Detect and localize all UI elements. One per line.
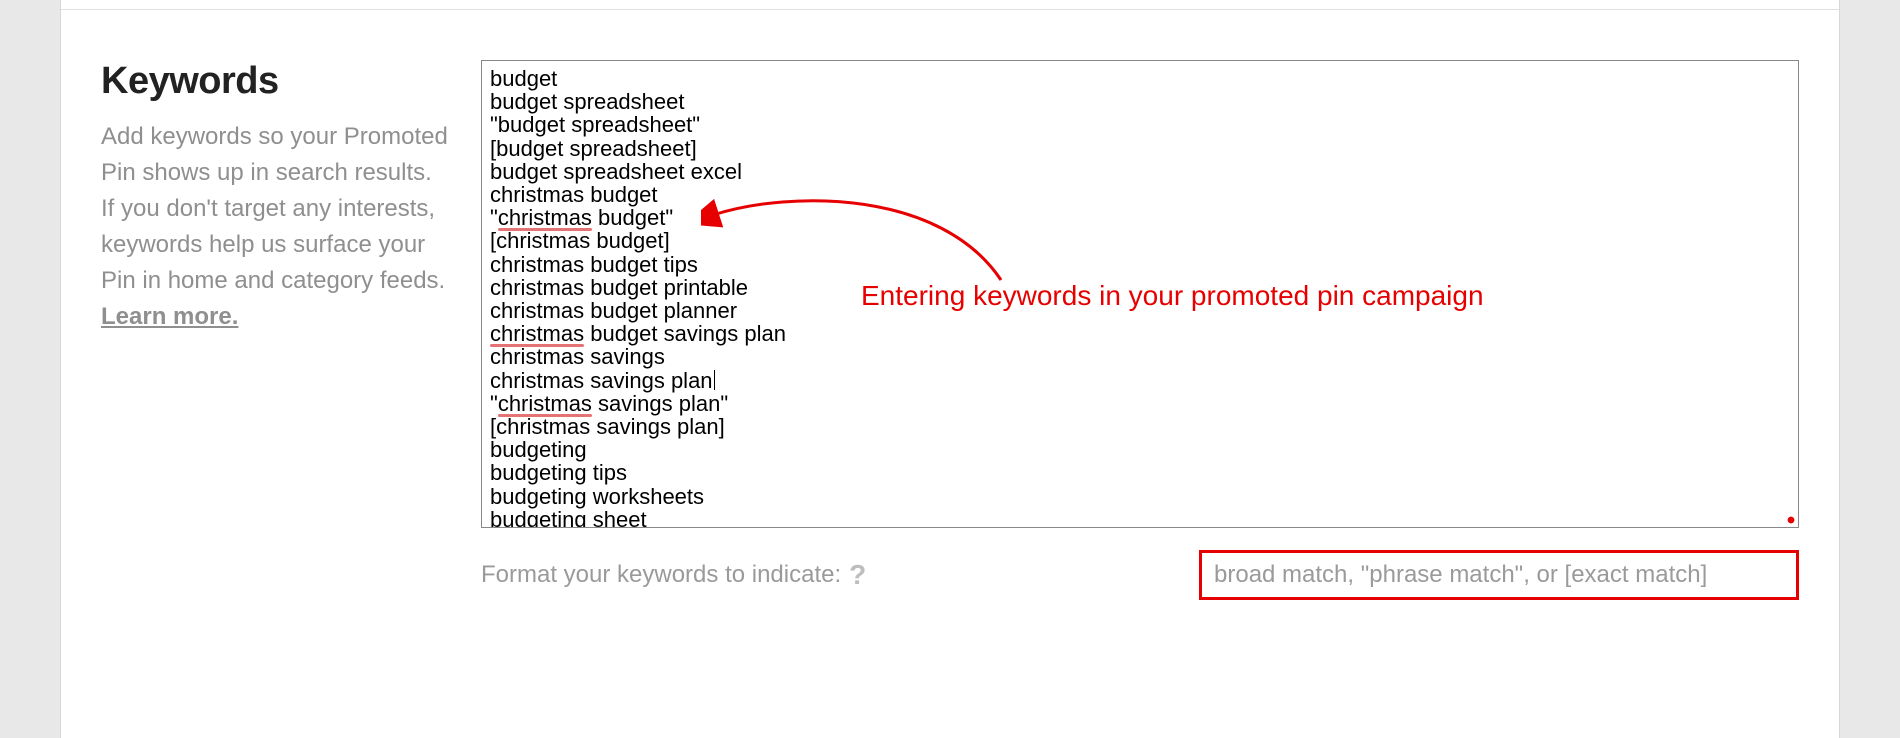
keyword-line: budgeting tips	[490, 461, 1790, 484]
keyword-line: budgeting worksheets	[490, 485, 1790, 508]
format-hint-label: Format your keywords to indicate: ?	[481, 561, 866, 589]
section-title: Keywords	[101, 60, 451, 103]
content-area: Keywords Add keywords so your Promoted P…	[61, 10, 1839, 600]
spellcheck-underline: christmas	[498, 206, 592, 229]
keyword-line: christmas budget tips	[490, 253, 1790, 276]
text-cursor	[714, 370, 715, 390]
keyword-line: budget spreadsheet excel	[490, 160, 1790, 183]
keyword-line: budgeting sheet	[490, 508, 1790, 528]
keyword-line: budget	[490, 67, 1790, 90]
spellcheck-underline: christmas	[498, 392, 592, 415]
keyword-line: [christmas savings plan]	[490, 415, 1790, 438]
keywords-textarea[interactable]: budgetbudget spreadsheet"budget spreadsh…	[481, 60, 1799, 528]
format-hint-row: Format your keywords to indicate: ? broa…	[481, 550, 1799, 600]
keyword-line: christmas budget savings plan	[490, 322, 1790, 345]
keyword-line: christmas budget printable	[490, 276, 1790, 299]
keyword-line: [budget spreadsheet]	[490, 137, 1790, 160]
top-divider	[61, 0, 1839, 10]
keyword-line: christmas savings plan	[490, 369, 1790, 392]
format-hint-text: Format your keywords to indicate:	[481, 561, 841, 589]
keyword-line: [christmas budget]	[490, 229, 1790, 252]
keyword-line: "budget spreadsheet"	[490, 113, 1790, 136]
keyword-line: "christmas budget"	[490, 206, 1790, 229]
resize-handle-icon[interactable]	[1786, 515, 1796, 525]
keyword-line: christmas budget planner	[490, 299, 1790, 322]
keywords-sidebar: Keywords Add keywords so your Promoted P…	[101, 60, 481, 600]
section-description: Add keywords so your Promoted Pin shows …	[101, 119, 451, 335]
keyword-line: christmas budget	[490, 183, 1790, 206]
match-types-box: broad match, "phrase match", or [exact m…	[1199, 550, 1799, 600]
help-icon[interactable]: ?	[849, 561, 866, 589]
keyword-line: christmas savings	[490, 345, 1790, 368]
keyword-line: "christmas savings plan"	[490, 392, 1790, 415]
keywords-main: budgetbudget spreadsheet"budget spreadsh…	[481, 60, 1799, 600]
keyword-line: budgeting	[490, 438, 1790, 461]
section-desc-text: Add keywords so your Promoted Pin shows …	[101, 123, 448, 294]
keyword-line: budget spreadsheet	[490, 90, 1790, 113]
learn-more-link[interactable]: Learn more.	[101, 303, 238, 330]
spellcheck-underline: christmas	[490, 322, 584, 345]
